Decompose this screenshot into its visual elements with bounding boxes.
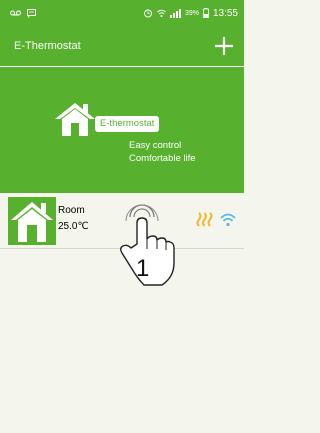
plus-icon xyxy=(215,37,233,55)
heating-icon xyxy=(196,212,213,227)
tagline-line-1: Easy control xyxy=(129,140,182,151)
battery-icon xyxy=(203,8,209,18)
house-icon xyxy=(11,202,53,242)
step-number: 1 xyxy=(136,255,150,282)
banner: E-thermostat Easy control Comfortable li… xyxy=(0,67,244,193)
banner-tagline: Easy control Comfortable life xyxy=(129,139,196,165)
wifi-icon xyxy=(220,213,236,227)
app-bar: E-Thermostat xyxy=(0,26,244,66)
message-icon xyxy=(27,8,36,18)
status-bar: 39% 13:55 xyxy=(0,0,244,26)
status-right: 39% 13:55 xyxy=(143,8,238,19)
device-temperature: 25.0℃ xyxy=(58,221,89,232)
voicemail-icon xyxy=(10,9,21,17)
signal-icon xyxy=(169,8,181,18)
clock: 13:55 xyxy=(212,7,238,19)
alarm-icon xyxy=(143,8,153,18)
add-device-button[interactable] xyxy=(212,34,236,58)
battery-percent: 39% xyxy=(184,9,199,17)
device-name: Room xyxy=(58,205,85,216)
wifi-status-icon xyxy=(157,9,166,18)
house-logo-icon xyxy=(55,103,95,136)
brand-pill: E-thermostat xyxy=(95,116,160,132)
device-thumbnail xyxy=(8,197,56,245)
app-title: E-Thermostat xyxy=(14,40,81,52)
status-left xyxy=(10,8,36,18)
tagline-line-2: Comfortable life xyxy=(129,153,196,164)
